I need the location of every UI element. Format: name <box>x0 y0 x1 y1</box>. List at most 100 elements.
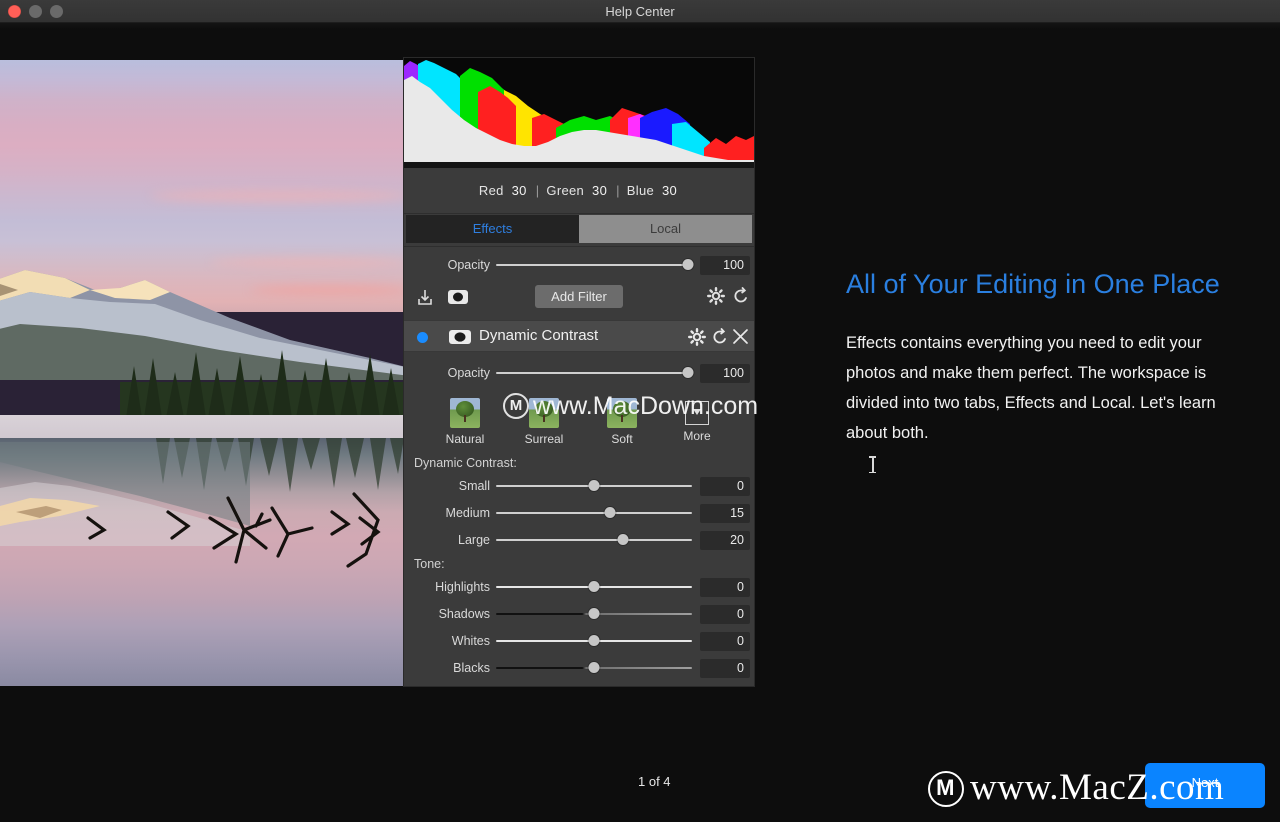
tour-content: All of Your Editing in One Place Effects… <box>846 262 1246 448</box>
slider-row-blacks: Blacks 0 <box>404 656 754 680</box>
preset-thumbnail <box>607 398 637 428</box>
editor-panel: Red 30 | Green 30 | Blue 30 Effects Loca… <box>404 58 754 686</box>
global-opacity-knob[interactable] <box>682 259 694 270</box>
close-icon[interactable] <box>732 328 749 345</box>
slider-value-shadows[interactable]: 0 <box>700 604 750 624</box>
reset-icon[interactable] <box>732 287 750 305</box>
filter-opacity-slider[interactable] <box>496 363 694 383</box>
slider-value-whites[interactable]: 0 <box>700 631 750 651</box>
blue-value: 30 <box>662 183 678 198</box>
slider-small[interactable] <box>496 476 692 496</box>
filter-header: Dynamic Contrast <box>404 320 754 352</box>
slider-value-blacks[interactable]: 0 <box>700 658 750 678</box>
slider-label-shadows: Shadows <box>438 607 490 621</box>
slider-row-medium: Medium 15 <box>404 501 754 525</box>
tour-title: All of Your Editing in One Place <box>846 269 1220 299</box>
titlebar-shadow <box>0 23 1280 29</box>
preset-soft[interactable]: Soft <box>587 398 657 446</box>
add-filter-button[interactable]: Add Filter <box>535 285 623 308</box>
gear-icon[interactable] <box>688 328 706 346</box>
slider-label-small: Small <box>458 479 490 493</box>
help-center-window: Help Center Red 30 | Green 30 | Blue 30 … <box>0 0 1280 822</box>
readout-separator: | <box>616 183 620 198</box>
readout-separator: | <box>535 183 540 198</box>
global-opacity-row: Opacity 100 <box>404 253 754 277</box>
enabled-indicator-icon[interactable] <box>417 332 428 343</box>
rgb-readout: Red 30 | Green 30 | Blue 30 <box>404 168 754 214</box>
global-opacity-value[interactable]: 100 <box>700 255 750 275</box>
preset-thumbnail <box>529 398 559 428</box>
slider-whites[interactable] <box>496 631 692 651</box>
mask-icon[interactable] <box>447 287 469 307</box>
slider-label-highlights: Highlights <box>435 580 490 594</box>
global-opacity-label: Opacity <box>447 258 490 272</box>
slider-value-medium[interactable]: 15 <box>700 503 750 523</box>
watermark-footer-logo-icon: M <box>928 771 964 807</box>
preset-surreal[interactable]: Surreal <box>509 398 579 446</box>
filter-opacity-label: Opacity <box>447 366 490 380</box>
slider-blacks[interactable] <box>496 658 692 678</box>
tab-effects[interactable]: Effects <box>406 215 579 243</box>
tab-local[interactable]: Local <box>579 215 752 243</box>
slider-knob-shadows[interactable] <box>588 608 600 619</box>
group-title-tone: Tone: <box>414 557 445 571</box>
next-button[interactable]: Next <box>1145 763 1265 808</box>
export-icon[interactable] <box>415 287 435 307</box>
blue-label: Blue <box>626 183 655 198</box>
window-title: Help Center <box>605 4 675 19</box>
slider-label-blacks: Blacks <box>453 661 490 675</box>
slider-knob-whites[interactable] <box>588 635 600 646</box>
slider-knob-large[interactable] <box>617 534 629 545</box>
slider-row-large: Large 20 <box>404 528 754 552</box>
slider-knob-blacks[interactable] <box>588 662 600 673</box>
slider-medium[interactable] <box>496 503 692 523</box>
watermark-footer-logo-letter: M <box>936 775 955 800</box>
global-opacity-slider[interactable] <box>496 255 694 275</box>
text-cursor-icon <box>869 456 876 473</box>
red-value: 30 <box>511 183 527 198</box>
preset-label: Surreal <box>524 432 564 446</box>
page-indicator: 1 of 4 <box>638 774 671 789</box>
slider-row-whites: Whites 0 <box>404 629 754 653</box>
preset-label: More <box>683 429 711 443</box>
filter-opacity-knob[interactable] <box>682 367 694 378</box>
photo-treeline <box>120 350 404 418</box>
slider-row-small: Small 0 <box>404 474 754 498</box>
slider-row-highlights: Highlights 0 <box>404 575 754 599</box>
filter-opacity-row: Opacity 100 <box>404 361 754 385</box>
slider-knob-small[interactable] <box>588 480 600 491</box>
filter-name: Dynamic Contrast <box>479 327 599 344</box>
slider-label-medium: Medium <box>445 506 490 520</box>
panel-tabs: Effects Local <box>406 215 752 243</box>
sky-streak <box>150 190 404 202</box>
preset-natural[interactable]: Natural <box>430 398 500 446</box>
preset-row: Natural Surreal Soft More <box>404 398 754 456</box>
rgb-histogram <box>404 58 754 168</box>
photo-preview <box>0 60 404 686</box>
filter-opacity-value[interactable]: 100 <box>700 363 750 383</box>
slider-knob-medium[interactable] <box>604 507 616 518</box>
slider-value-highlights[interactable]: 0 <box>700 577 750 597</box>
slider-label-whites: Whites <box>451 634 490 648</box>
slider-value-small[interactable]: 0 <box>700 476 750 496</box>
slider-large[interactable] <box>496 530 692 550</box>
reset-icon[interactable] <box>711 328 729 346</box>
preset-label: Soft <box>611 432 633 446</box>
green-value: 30 <box>592 183 608 198</box>
mask-icon[interactable] <box>448 327 472 347</box>
gear-icon[interactable] <box>707 287 725 305</box>
preset-thumbnail <box>450 398 480 428</box>
preset-more[interactable]: More <box>662 398 732 443</box>
filter-toolbar: Add Filter <box>404 280 754 314</box>
slider-row-shadows: Shadows 0 <box>404 602 754 626</box>
window-titlebar: Help Center <box>0 0 1280 23</box>
slider-value-large[interactable]: 20 <box>700 530 750 550</box>
tour-body: Effects contains everything you need to … <box>846 334 1216 442</box>
next-button-label: Next <box>1191 775 1219 790</box>
slider-label-large: Large <box>458 533 490 547</box>
preset-label: Natural <box>445 432 485 446</box>
chevron-down-icon[interactable] <box>685 401 709 425</box>
slider-knob-highlights[interactable] <box>588 581 600 592</box>
slider-highlights[interactable] <box>496 577 692 597</box>
slider-shadows[interactable] <box>496 604 692 624</box>
